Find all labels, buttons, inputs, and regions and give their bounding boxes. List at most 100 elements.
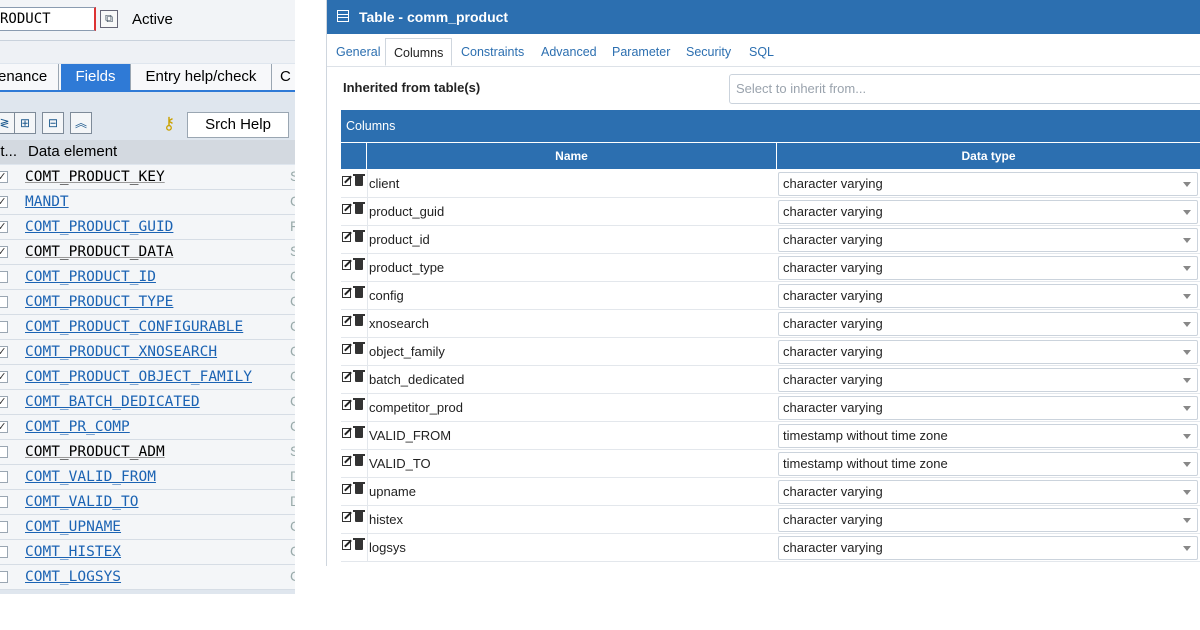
column-name[interactable]: histex: [367, 506, 777, 533]
data-type-select[interactable]: character varying: [778, 480, 1198, 504]
sap-field-row[interactable]: ✓ MANDT C: [0, 190, 295, 215]
edit-icon[interactable]: [342, 288, 351, 298]
trash-icon[interactable]: [353, 426, 365, 438]
data-type-select[interactable]: character varying: [778, 508, 1198, 532]
sap-field-row[interactable]: ✓ COMT_PRODUCT_DATA S: [0, 240, 295, 265]
edit-icon[interactable]: [342, 232, 351, 242]
column-name[interactable]: VALID_FROM: [367, 422, 777, 449]
tab-fields[interactable]: Fields: [61, 64, 131, 90]
checked-checkbox[interactable]: ✓: [0, 246, 8, 258]
column-name[interactable]: config: [367, 282, 777, 309]
trash-icon[interactable]: [353, 314, 365, 326]
data-element-link[interactable]: COMT_HISTEX: [25, 543, 121, 561]
column-name[interactable]: batch_dedicated: [367, 366, 777, 393]
copy-window-icon[interactable]: ⧉: [100, 10, 118, 28]
trash-icon[interactable]: [353, 342, 365, 354]
key-icon[interactable]: ⚷: [158, 112, 180, 136]
data-element-link[interactable]: COMT_LOGSYS: [25, 568, 121, 586]
data-element-link[interactable]: COMT_VALID_FROM: [25, 468, 156, 486]
checked-checkbox[interactable]: ✓: [0, 221, 8, 233]
data-element-link[interactable]: COMT_BATCH_DEDICATED: [25, 393, 200, 411]
sap-field-row[interactable]: ✓ COMT_PRODUCT_KEY S: [0, 165, 295, 190]
sap-field-row[interactable]: COMT_PRODUCT_ADM S: [0, 440, 295, 465]
edit-icon[interactable]: [342, 400, 351, 410]
tab-entry-help-check[interactable]: Entry help/check: [131, 64, 272, 90]
trash-icon[interactable]: [353, 482, 365, 494]
data-type-select[interactable]: character varying: [778, 536, 1198, 560]
column-name[interactable]: product_type: [367, 254, 777, 281]
tab-general[interactable]: General: [336, 38, 380, 66]
chevron-down-icon[interactable]: [1183, 266, 1191, 271]
unchecked-checkbox[interactable]: [0, 321, 8, 333]
chevron-up-icon[interactable]: ︽: [70, 112, 92, 134]
search-help-button[interactable]: Srch Help: [187, 112, 289, 138]
tab-constraints[interactable]: Constraints: [461, 38, 524, 66]
data-type-select[interactable]: character varying: [778, 256, 1198, 280]
sap-field-row[interactable]: ✓ COMT_PRODUCT_GUID F: [0, 215, 295, 240]
trash-icon[interactable]: [353, 286, 365, 298]
sap-field-row[interactable]: COMT_VALID_FROM D: [0, 465, 295, 490]
edit-icon[interactable]: [342, 512, 351, 522]
checked-checkbox[interactable]: ✓: [0, 196, 8, 208]
data-type-select[interactable]: character varying: [778, 228, 1198, 252]
data-element-link[interactable]: MANDT: [25, 193, 69, 211]
unchecked-checkbox[interactable]: [0, 521, 8, 533]
chevron-down-icon[interactable]: [1183, 238, 1191, 243]
trash-icon[interactable]: [353, 510, 365, 522]
unchecked-checkbox[interactable]: [0, 271, 8, 283]
sap-field-row[interactable]: ✓ COMT_BATCH_DEDICATED C: [0, 390, 295, 415]
data-element-link[interactable]: COMT_PRODUCT_ADM: [25, 443, 165, 461]
trash-icon[interactable]: [353, 230, 365, 242]
edit-icon[interactable]: [342, 176, 351, 186]
sap-field-row[interactable]: COMT_LOGSYS C: [0, 565, 295, 590]
sap-field-row[interactable]: COMT_HISTEX C: [0, 540, 295, 565]
data-element-link[interactable]: COMT_PRODUCT_XNOSEARCH: [25, 343, 217, 361]
unchecked-checkbox[interactable]: [0, 296, 8, 308]
sap-field-row[interactable]: ✓ COMT_PRODUCT_XNOSEARCH C: [0, 340, 295, 365]
data-element-link[interactable]: COMT_PRODUCT_DATA: [25, 243, 173, 261]
sap-field-row[interactable]: ✓ COMT_PRODUCT_OBJECT_FAMILY C: [0, 365, 295, 390]
edit-icon[interactable]: [342, 456, 351, 466]
sap-field-row[interactable]: ✓ COMT_PR_COMP C: [0, 415, 295, 440]
trash-icon[interactable]: [353, 202, 365, 214]
chevron-down-icon[interactable]: [1183, 378, 1191, 383]
data-element-link[interactable]: COMT_PRODUCT_CONFIGURABLE: [25, 318, 243, 336]
chevron-down-icon[interactable]: [1183, 546, 1191, 551]
data-type-select[interactable]: timestamp without time zone: [778, 452, 1198, 476]
trash-icon[interactable]: [353, 398, 365, 410]
edit-icon[interactable]: [342, 428, 351, 438]
checked-checkbox[interactable]: ✓: [0, 371, 8, 383]
chevron-down-icon[interactable]: [1183, 350, 1191, 355]
trash-icon[interactable]: [353, 538, 365, 550]
sap-field-row[interactable]: COMT_PRODUCT_CONFIGURABLE C: [0, 315, 295, 340]
checked-checkbox[interactable]: ✓: [0, 171, 8, 183]
tab-sql[interactable]: SQL: [749, 38, 774, 66]
data-type-select[interactable]: character varying: [778, 368, 1198, 392]
tab-currency-quantity[interactable]: C: [280, 64, 295, 90]
column-name[interactable]: VALID_TO: [367, 450, 777, 477]
chevron-down-icon[interactable]: [1183, 210, 1191, 215]
edit-icon[interactable]: [342, 540, 351, 550]
chevron-down-icon[interactable]: [1183, 294, 1191, 299]
data-type-select[interactable]: character varying: [778, 312, 1198, 336]
sap-field-row[interactable]: COMT_UPNAME C: [0, 515, 295, 540]
chevron-down-icon[interactable]: [1183, 518, 1191, 523]
edit-icon[interactable]: [342, 204, 351, 214]
data-element-link[interactable]: COMT_PRODUCT_TYPE: [25, 293, 173, 311]
delete-row-icon[interactable]: ⊟: [42, 112, 64, 134]
sap-field-row[interactable]: COMT_PRODUCT_TYPE C: [0, 290, 295, 315]
inherit-select[interactable]: Select to inherit from...: [729, 74, 1200, 104]
chevron-down-icon[interactable]: [1183, 490, 1191, 495]
table-name-field[interactable]: RODUCT: [0, 7, 96, 31]
chevron-down-icon[interactable]: [1183, 462, 1191, 467]
tab-maintenance[interactable]: enance: [0, 64, 59, 90]
column-name[interactable]: logsys: [367, 534, 777, 561]
tab-security[interactable]: Security: [686, 38, 731, 66]
column-name[interactable]: client: [367, 170, 777, 197]
data-element-link[interactable]: COMT_PR_COMP: [25, 418, 130, 436]
edit-icon[interactable]: [342, 484, 351, 494]
checked-checkbox[interactable]: ✓: [0, 396, 8, 408]
unchecked-checkbox[interactable]: [0, 471, 8, 483]
column-name[interactable]: product_id: [367, 226, 777, 253]
chevron-down-icon[interactable]: [1183, 434, 1191, 439]
